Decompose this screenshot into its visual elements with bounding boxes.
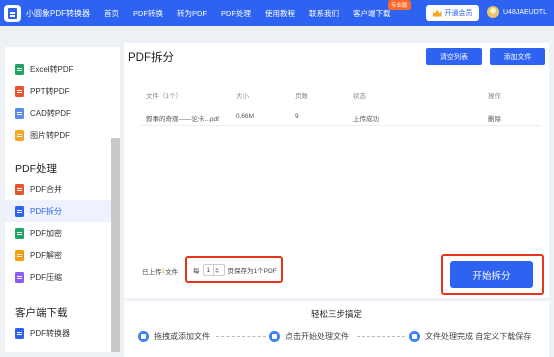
- step-label: 点击开始处理文件: [285, 332, 349, 341]
- compress-icon: [15, 271, 24, 283]
- column-header-file: 文件（1个）: [146, 93, 183, 100]
- column-header-action: 操作: [488, 93, 501, 100]
- add-file-button[interactable]: 添加文件: [490, 48, 545, 65]
- sidebar-item-label: 图片转PDF: [30, 130, 70, 140]
- download-icon: [409, 331, 420, 342]
- page-title: PDF拆分: [128, 52, 174, 64]
- sidebar-item-label: PDF解密: [30, 250, 62, 260]
- step-1: 拖拽或添加文件: [138, 331, 210, 342]
- stepper-arrows-icon[interactable]: [213, 265, 224, 275]
- sidebar-item-ppt-to-pdf[interactable]: PPT转PDF: [5, 80, 120, 102]
- sidebar-item-label: PDF压缩: [30, 272, 62, 282]
- upload-prefix: 已上传: [142, 269, 162, 276]
- row-page-count: 9: [295, 113, 299, 120]
- section-title-pdf-process: PDF处理: [15, 163, 57, 175]
- sidebar-item-excel-to-pdf[interactable]: Excel转PDF: [5, 58, 120, 80]
- sidebar-item-label: PDF合并: [30, 184, 62, 194]
- steps-panel: 轻松三步搞定 拖拽或添加文件 点击开始处理文件 文件处理完成 自定义下载保存: [124, 301, 549, 357]
- pages-per-file-stepper[interactable]: 1: [202, 264, 225, 276]
- start-split-button[interactable]: 开始拆分: [450, 261, 533, 288]
- split-settings: 每 1 页保存为1个PDF: [193, 264, 277, 276]
- sidebar: Excel转PDF PPT转PDF CAD转PDF 图片转PDF PDF处理 P…: [5, 47, 120, 352]
- sidebar-scrollbar[interactable]: [111, 138, 120, 352]
- upload-suffix: 文件: [165, 269, 179, 276]
- sidebar-item-pdf-converter[interactable]: PDF转换器: [5, 322, 120, 344]
- save-as-label: 页保存为1个PDF: [227, 268, 277, 275]
- pro-badge: 专业版: [387, 0, 411, 10]
- row-status: 上传成功: [353, 116, 379, 123]
- step-label: 文件处理完成 自定义下载保存: [425, 332, 532, 341]
- nav-to-pdf[interactable]: 转为PDF: [177, 8, 207, 19]
- split-icon: [15, 205, 24, 217]
- pages-per-file-value: 1: [206, 266, 211, 274]
- sidebar-item-label: PDF加密: [30, 228, 62, 238]
- steps-title: 轻松三步搞定: [310, 309, 362, 319]
- nav-home[interactable]: 首页: [104, 8, 119, 19]
- sidebar-item-cad-to-pdf[interactable]: CAD转PDF: [5, 102, 120, 124]
- file-add-icon: [138, 331, 149, 342]
- sidebar-item-pdf-split[interactable]: PDF拆分: [5, 200, 120, 222]
- upload-summary: 已上传 1 文件: [142, 266, 179, 277]
- main-nav: 首页 PDF转换 转为PDF PDF处理 使用教程 联系我们 客户端下载 专业版: [104, 0, 411, 19]
- process-icon: [269, 331, 280, 342]
- nav-client-download[interactable]: 客户端下载 专业版: [353, 0, 411, 19]
- merge-icon: [15, 183, 24, 195]
- nav-tutorial[interactable]: 使用教程: [265, 8, 295, 19]
- app-logo[interactable]: 小圆象PDF转换器: [4, 4, 90, 22]
- sidebar-item-label: PDF拆分: [30, 206, 62, 216]
- sidebar-item-label: Excel转PDF: [30, 64, 74, 74]
- excel-file-icon: [15, 63, 24, 75]
- step-3: 文件处理完成 自定义下载保存: [409, 331, 531, 342]
- section-title-client-download: 客户端下载: [15, 307, 68, 319]
- nav-contact[interactable]: 联系我们: [309, 8, 339, 19]
- crown-icon: [432, 9, 442, 17]
- ppt-file-icon: [15, 85, 24, 97]
- step-divider: [357, 336, 405, 337]
- sidebar-item-image-to-pdf[interactable]: 图片转PDF: [5, 124, 120, 146]
- username: U48JAEUDTL: [503, 8, 547, 16]
- sidebar-item-label: PDF转换器: [30, 328, 70, 338]
- row-delete-link[interactable]: 删除: [488, 113, 501, 123]
- column-header-status: 状态: [353, 93, 366, 100]
- clear-list-button[interactable]: 清空列表: [426, 48, 482, 65]
- every-label: 每: [193, 268, 200, 275]
- lock-icon: [15, 227, 24, 239]
- row-file-size: 0.66M: [236, 113, 255, 120]
- unlock-icon: [15, 249, 24, 261]
- nav-pdf-convert[interactable]: PDF转换: [133, 8, 163, 19]
- pdf-converter-icon: [15, 327, 24, 339]
- user-menu[interactable]: U48JAEUDTL: [487, 6, 547, 18]
- vip-button-label: 开通会员: [444, 10, 473, 17]
- column-header-pages: 页数: [295, 93, 308, 100]
- column-header-size: 大小: [236, 93, 249, 100]
- sidebar-item-pdf-merge[interactable]: PDF合并: [5, 178, 120, 200]
- nav-pdf-process[interactable]: PDF处理: [221, 8, 251, 19]
- sidebar-item-label: CAD转PDF: [30, 108, 71, 118]
- cad-file-icon: [15, 107, 24, 119]
- logo-icon: [4, 4, 21, 22]
- sidebar-item-pdf-encrypt[interactable]: PDF加密: [5, 222, 120, 244]
- image-file-icon: [15, 129, 24, 141]
- sidebar-item-label: PPT转PDF: [30, 86, 70, 96]
- nav-client-download-label: 客户端下载: [353, 8, 391, 18]
- step-2: 点击开始处理文件: [269, 331, 349, 342]
- sidebar-item-pdf-compress[interactable]: PDF压缩: [5, 266, 120, 288]
- avatar: [487, 6, 499, 18]
- top-navbar: 小圆象PDF转换器 首页 PDF转换 转为PDF PDF处理 使用教程 联系我们…: [0, 0, 554, 26]
- app-title: 小圆象PDF转换器: [26, 8, 90, 18]
- row-file-name: 叙事的奇观——论卡...pdf: [146, 116, 219, 123]
- step-label: 拖拽或添加文件: [154, 332, 210, 341]
- step-divider: [216, 336, 266, 337]
- vip-button[interactable]: 开通会员: [426, 5, 479, 21]
- sidebar-item-pdf-decrypt[interactable]: PDF解密: [5, 244, 120, 266]
